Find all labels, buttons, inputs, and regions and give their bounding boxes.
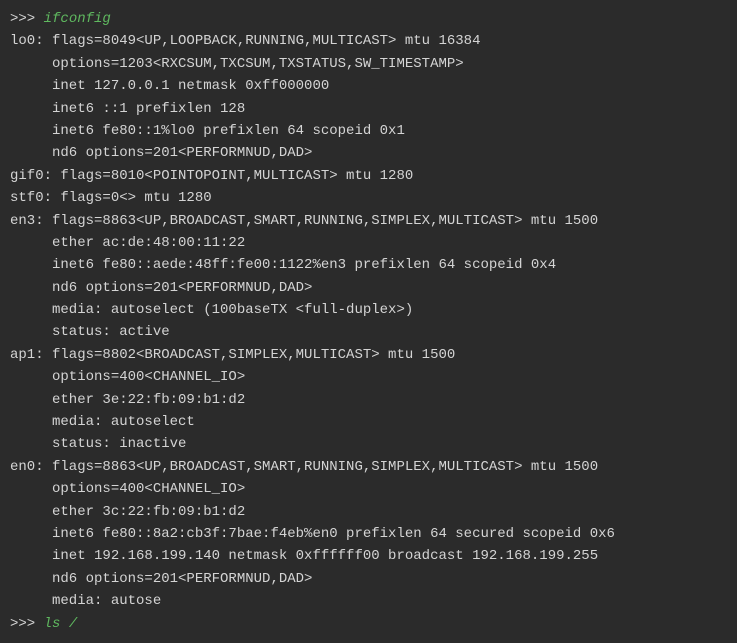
- output-line: gif0: flags=8010<POINTOPOINT,MULTICAST> …: [10, 165, 727, 187]
- output-line: ether 3e:22:fb:09:b1:d2: [10, 389, 727, 411]
- command-output: lo0: flags=8049<UP,LOOPBACK,RUNNING,MULT…: [10, 30, 727, 612]
- output-line: en3: flags=8863<UP,BROADCAST,SMART,RUNNI…: [10, 210, 727, 232]
- output-line: inet6 fe80::8a2:cb3f:7bae:f4eb%en0 prefi…: [10, 523, 727, 545]
- output-line: nd6 options=201<PERFORMNUD,DAD>: [10, 142, 727, 164]
- command-line-1: >>> ifconfig: [10, 8, 727, 30]
- output-line: inet6 fe80::1%lo0 prefixlen 64 scopeid 0…: [10, 120, 727, 142]
- output-line: inet 127.0.0.1 netmask 0xff000000: [10, 75, 727, 97]
- output-line: media: autose: [10, 590, 727, 612]
- output-line: options=1203<RXCSUM,TXCSUM,TXSTATUS,SW_T…: [10, 53, 727, 75]
- output-line: options=400<CHANNEL_IO>: [10, 478, 727, 500]
- output-line: ether 3c:22:fb:09:b1:d2: [10, 501, 727, 523]
- output-line: ether ac:de:48:00:11:22: [10, 232, 727, 254]
- output-line: nd6 options=201<PERFORMNUD,DAD>: [10, 277, 727, 299]
- output-line: options=400<CHANNEL_IO>: [10, 366, 727, 388]
- output-line: media: autoselect (100baseTX <full-duple…: [10, 299, 727, 321]
- output-line: ap1: flags=8802<BROADCAST,SIMPLEX,MULTIC…: [10, 344, 727, 366]
- terminal-window[interactable]: >>> ifconfig lo0: flags=8049<UP,LOOPBACK…: [0, 0, 737, 643]
- output-line: nd6 options=201<PERFORMNUD,DAD>: [10, 568, 727, 590]
- output-line: inet6 ::1 prefixlen 128: [10, 98, 727, 120]
- prompt-symbol: >>>: [10, 8, 44, 30]
- output-line: media: autoselect: [10, 411, 727, 433]
- command-line-2[interactable]: >>> ls /: [10, 613, 727, 635]
- command-text: ls /: [44, 613, 78, 635]
- output-line: status: active: [10, 321, 727, 343]
- output-line: stf0: flags=0<> mtu 1280: [10, 187, 727, 209]
- output-line: inet 192.168.199.140 netmask 0xffffff00 …: [10, 545, 727, 567]
- command-text: ifconfig: [44, 8, 111, 30]
- output-line: en0: flags=8863<UP,BROADCAST,SMART,RUNNI…: [10, 456, 727, 478]
- prompt-symbol: >>>: [10, 613, 44, 635]
- output-line: status: inactive: [10, 433, 727, 455]
- output-line: inet6 fe80::aede:48ff:fe00:1122%en3 pref…: [10, 254, 727, 276]
- output-line: lo0: flags=8049<UP,LOOPBACK,RUNNING,MULT…: [10, 30, 727, 52]
